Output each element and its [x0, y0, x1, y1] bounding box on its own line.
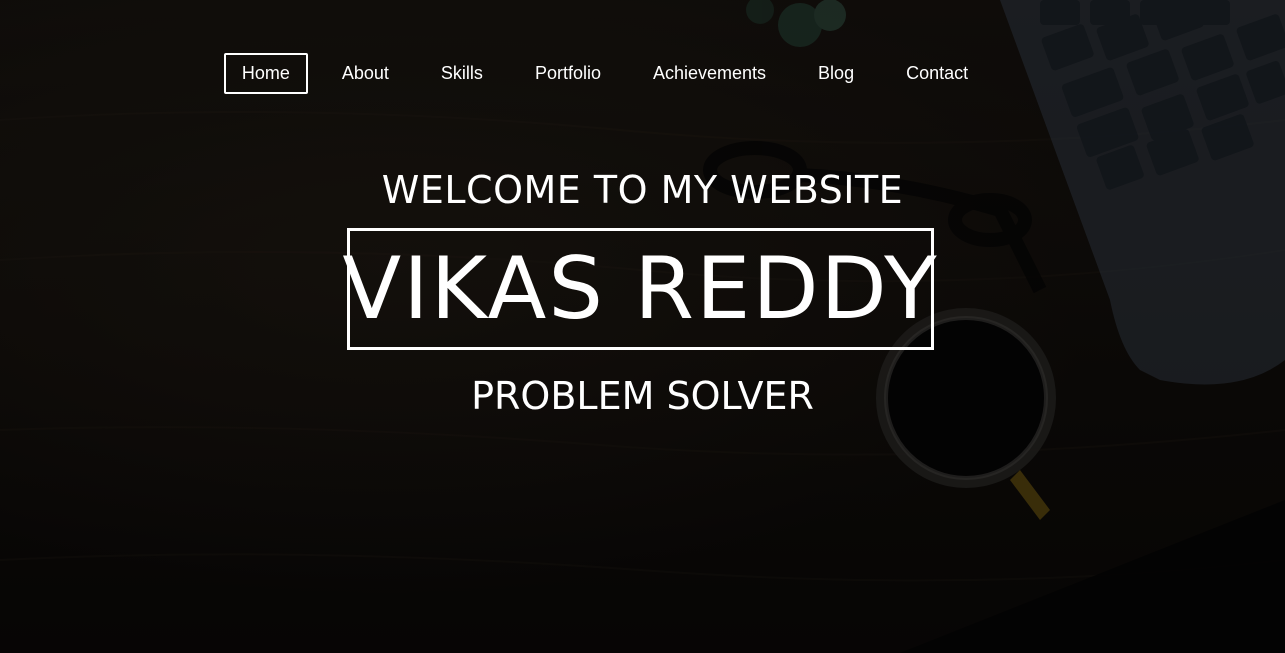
- main-nav: Home About Skills Portfolio Achievements…: [0, 53, 1285, 94]
- nav-item-blog[interactable]: Blog: [800, 53, 872, 94]
- nav-item-about[interactable]: About: [324, 53, 407, 94]
- nav-item-portfolio[interactable]: Portfolio: [517, 53, 619, 94]
- nav-item-home[interactable]: Home: [223, 53, 308, 94]
- plant-shape: [746, 0, 846, 47]
- nav-list: Home About Skills Portfolio Achievements…: [216, 53, 994, 94]
- nav-item-contact[interactable]: Contact: [888, 53, 986, 94]
- welcome-heading: WELCOME TO MY WEBSITE: [381, 168, 904, 212]
- hero-section: Home About Skills Portfolio Achievements…: [0, 0, 1285, 653]
- name-frame: VIKAS REDDY: [342, 228, 937, 350]
- nav-item-achievements[interactable]: Achievements: [635, 53, 784, 94]
- nav-item-skills[interactable]: Skills: [423, 53, 501, 94]
- owner-name: VIKAS REDDY: [342, 239, 939, 339]
- tagline: PROBLEM SOLVER: [471, 374, 814, 418]
